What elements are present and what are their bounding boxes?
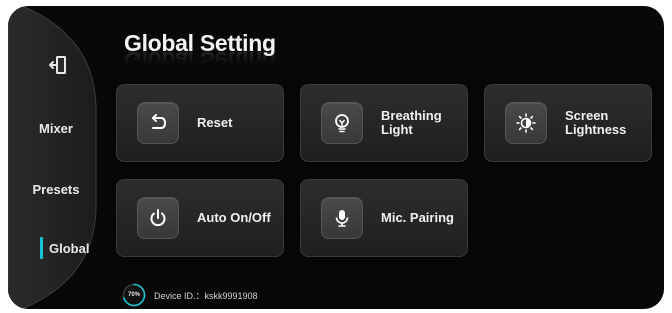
power-icon xyxy=(137,197,179,239)
microphone-icon xyxy=(321,197,363,239)
reset-button[interactable]: Reset xyxy=(116,84,284,162)
page-title: Global Setting xyxy=(124,30,276,56)
device-id: Device ID.：kskk9991908 xyxy=(154,291,258,301)
sidebar-item-label: Global xyxy=(49,240,90,256)
reset-arrow-icon xyxy=(137,102,179,144)
card-label: Screen Lightness xyxy=(565,108,627,137)
sidebar-panel xyxy=(8,6,97,309)
card-label: Breathing Light xyxy=(381,108,442,137)
sidebar: Mixer Presets Global xyxy=(8,6,104,309)
app-screen: Mixer Presets Global Global Setting Glob… xyxy=(8,6,664,309)
battery-percent: 70% xyxy=(127,292,140,298)
sidebar-item-presets[interactable]: Presets xyxy=(8,177,104,201)
light-bulb-icon xyxy=(321,102,363,144)
breathing-light-button[interactable]: Breathing Light xyxy=(300,84,468,162)
mic-pairing-button[interactable]: Mic. Pairing xyxy=(300,179,468,257)
auto-on-off-button[interactable]: Auto On/Off xyxy=(116,179,284,257)
card-label: Mic. Pairing xyxy=(381,210,454,225)
sidebar-item-mixer[interactable]: Mixer xyxy=(8,116,104,140)
exit-icon[interactable] xyxy=(48,54,68,76)
brightness-icon xyxy=(505,102,547,144)
card-label: Reset xyxy=(197,115,233,130)
active-indicator xyxy=(40,237,43,259)
sidebar-item-global[interactable]: Global xyxy=(8,236,104,260)
screen-lightness-button[interactable]: Screen Lightness xyxy=(484,84,652,162)
sidebar-item-label: Presets xyxy=(32,181,80,197)
card-label: Auto On/Off xyxy=(197,210,271,225)
battery-indicator: 70% xyxy=(122,283,146,307)
sidebar-item-label: Mixer xyxy=(39,120,73,136)
